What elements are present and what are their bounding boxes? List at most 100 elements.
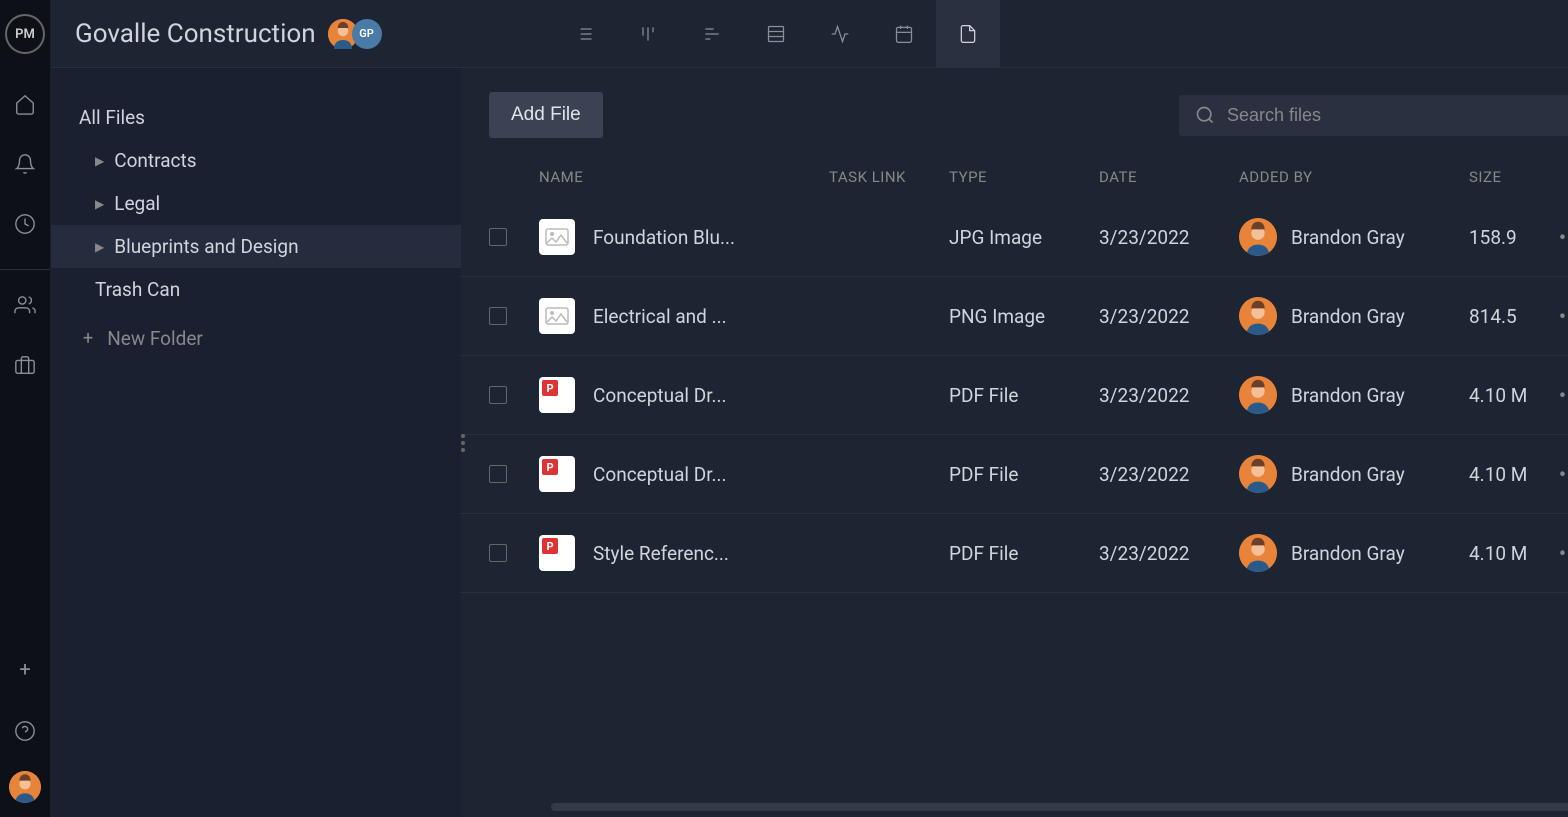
app-logo[interactable]: PM: [5, 14, 45, 54]
col-added[interactable]: ADDED BY: [1239, 168, 1469, 186]
row-checkbox[interactable]: [489, 386, 507, 404]
file-date: 3/23/2022: [1099, 463, 1239, 486]
bell-icon[interactable]: [5, 144, 45, 184]
file-date: 3/23/2022: [1099, 305, 1239, 328]
folder-sidebar: All Files ▶ Contracts ▶ Legal ▶ Blueprints an…: [51, 68, 461, 817]
added-by-name: Brandon Gray: [1291, 384, 1405, 407]
folder-label: Contracts: [114, 149, 196, 172]
view-tabs: [552, 0, 1000, 68]
file-name: Style Referenc...: [593, 542, 729, 565]
file-row[interactable]: P Conceptual Dr... PDF File3/23/2022 Brando…: [461, 435, 1568, 514]
file-name: Conceptual Dr...: [593, 463, 727, 486]
added-by-name: Brandon Gray: [1291, 463, 1405, 486]
user-avatar: [1239, 534, 1277, 572]
row-checkbox[interactable]: [489, 307, 507, 325]
user-avatar: [1239, 455, 1277, 493]
file-panel: Add File NAME TASK LINK TYPE DATE ADDED …: [461, 68, 1568, 817]
caret-icon: ▶: [95, 240, 104, 254]
file-size: 814.5: [1469, 305, 1559, 328]
topbar: Govalle Construction GP: [51, 0, 1568, 68]
image-file-icon: [539, 298, 575, 334]
file-name: Foundation Blu...: [593, 226, 735, 249]
member-avatars[interactable]: GP: [334, 19, 382, 49]
file-size: 4.10 M: [1469, 384, 1559, 407]
home-icon[interactable]: [5, 84, 45, 124]
col-date[interactable]: DATE: [1099, 168, 1239, 186]
table-header: NAME TASK LINK TYPE DATE ADDED BY SIZE: [461, 156, 1568, 198]
file-size: 4.10 M: [1469, 463, 1559, 486]
nav-rail: PM +: [0, 0, 51, 817]
added-by-name: Brandon Gray: [1291, 226, 1405, 249]
folder-label: Legal: [114, 192, 160, 215]
row-checkbox[interactable]: [489, 465, 507, 483]
col-name[interactable]: NAME: [539, 168, 829, 186]
caret-icon: ▶: [95, 197, 104, 211]
file-size: 158.9: [1469, 226, 1559, 249]
file-type: PDF File: [949, 384, 1099, 407]
row-actions-icon[interactable]: •••: [1559, 226, 1568, 249]
folder-item[interactable]: ▶ Legal: [51, 182, 461, 225]
file-date: 3/23/2022: [1099, 542, 1239, 565]
clock-icon[interactable]: [5, 204, 45, 244]
col-task[interactable]: TASK LINK: [829, 168, 949, 186]
user-avatar: [1239, 218, 1277, 256]
add-file-button[interactable]: Add File: [489, 92, 603, 138]
file-type: PDF File: [949, 542, 1099, 565]
added-by-name: Brandon Gray: [1291, 305, 1405, 328]
user-avatar: [1239, 376, 1277, 414]
row-actions-icon[interactable]: •••: [1559, 542, 1568, 565]
briefcase-icon[interactable]: [5, 345, 45, 385]
divider: [0, 269, 50, 270]
caret-icon: ▶: [95, 154, 104, 168]
user-avatar: [1239, 297, 1277, 335]
plus-icon: +: [83, 328, 93, 349]
horizontal-scrollbar[interactable]: [551, 803, 1568, 811]
row-checkbox[interactable]: [489, 544, 507, 562]
row-actions-icon[interactable]: •••: [1559, 305, 1568, 328]
row-actions-icon[interactable]: •••: [1559, 384, 1568, 407]
image-file-icon: [539, 219, 575, 255]
trash-folder[interactable]: Trash Can: [51, 268, 461, 311]
added-by-name: Brandon Gray: [1291, 542, 1405, 565]
gantt-view-tab[interactable]: [680, 0, 744, 68]
folder-item[interactable]: ▶ Blueprints and Design: [51, 225, 461, 268]
pdf-file-icon: P: [539, 377, 575, 413]
file-row[interactable]: Foundation Blu... JPG Image3/23/2022 Brand…: [461, 198, 1568, 277]
list-view-tab[interactable]: [552, 0, 616, 68]
file-type: PNG Image: [949, 305, 1099, 328]
file-size: 4.10 M: [1469, 542, 1559, 565]
file-row[interactable]: P Conceptual Dr... PDF File3/23/2022 Brando…: [461, 356, 1568, 435]
help-icon[interactable]: [5, 711, 45, 751]
activity-view-tab[interactable]: [808, 0, 872, 68]
col-type[interactable]: TYPE: [949, 168, 1099, 186]
users-icon[interactable]: [5, 285, 45, 325]
file-row[interactable]: P Style Referenc... PDF File3/23/2022 Brand…: [461, 514, 1568, 593]
add-icon[interactable]: +: [19, 657, 30, 681]
pdf-file-icon: P: [539, 535, 575, 571]
folder-label: Blueprints and Design: [114, 235, 298, 258]
file-name: Conceptual Dr...: [593, 384, 727, 407]
user-avatar[interactable]: [9, 771, 41, 803]
file-date: 3/23/2022: [1099, 384, 1239, 407]
pdf-file-icon: P: [539, 456, 575, 492]
file-type: JPG Image: [949, 226, 1099, 249]
sheet-view-tab[interactable]: [744, 0, 808, 68]
board-view-tab[interactable]: [616, 0, 680, 68]
files-view-tab[interactable]: [936, 0, 1000, 68]
col-size[interactable]: SIZE: [1469, 168, 1559, 186]
file-date: 3/23/2022: [1099, 226, 1239, 249]
row-checkbox[interactable]: [489, 228, 507, 246]
search-input[interactable]: [1227, 105, 1568, 126]
file-name: Electrical and ...: [593, 305, 727, 328]
file-row[interactable]: Electrical and ... PNG Image3/23/2022 Bran…: [461, 277, 1568, 356]
folder-item[interactable]: ▶ Contracts: [51, 139, 461, 182]
search-box[interactable]: [1179, 95, 1568, 136]
row-actions-icon[interactable]: •••: [1559, 463, 1568, 486]
project-title: Govalle Construction: [75, 19, 316, 49]
calendar-view-tab[interactable]: [872, 0, 936, 68]
search-icon: [1195, 105, 1215, 125]
resize-handle[interactable]: [461, 431, 465, 455]
file-type: PDF File: [949, 463, 1099, 486]
all-files-folder[interactable]: All Files: [51, 96, 461, 139]
new-folder-button[interactable]: +New Folder: [51, 317, 461, 360]
